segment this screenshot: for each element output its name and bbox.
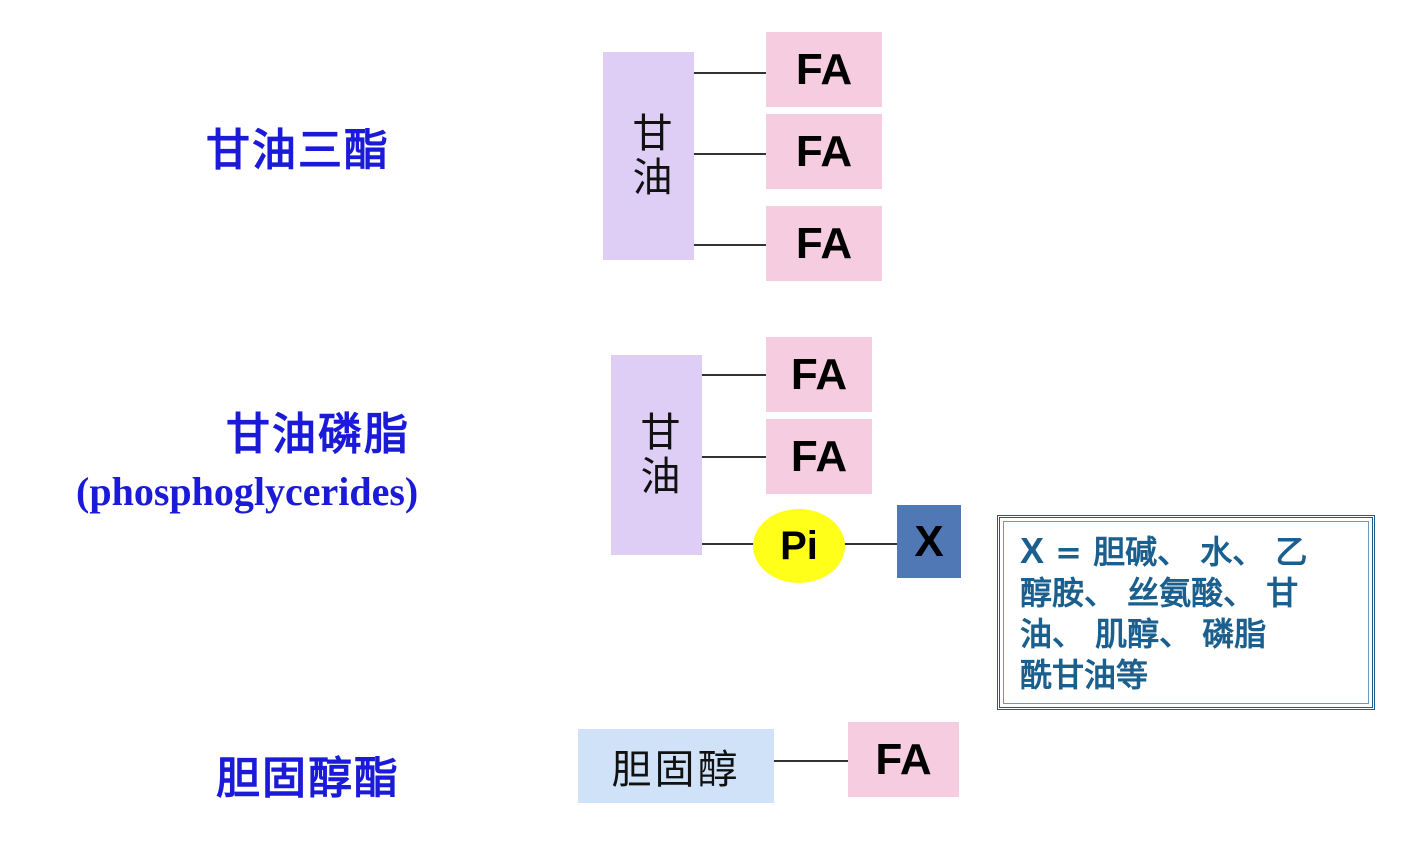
fatty-acid-label: FA xyxy=(790,431,848,481)
fatty-acid-label: FA xyxy=(795,218,853,268)
fatty-acid-box: FA xyxy=(766,206,882,281)
phosphoglyceride-glycerol-box: 甘油 xyxy=(611,355,702,555)
cholesteryl-ester-title: 胆固醇酯 xyxy=(216,753,400,804)
phosphoglyceride-subtitle: (phosphoglycerides) xyxy=(76,469,419,514)
fatty-acid-label: FA xyxy=(875,734,932,784)
cholesterol-label: 胆固醇 xyxy=(611,747,741,793)
fatty-acid-label: FA xyxy=(790,349,848,399)
fatty-acid-box: FA xyxy=(766,114,882,189)
head-group-box: X xyxy=(897,505,961,578)
head-group-label: X xyxy=(914,516,944,566)
fatty-acid-box: FA xyxy=(766,337,872,412)
fatty-acid-label: FA xyxy=(795,126,853,176)
triglyceride-title: 甘油三酯 xyxy=(206,125,390,176)
note-line: 酰甘油等 xyxy=(1020,656,1149,694)
connector-line xyxy=(694,244,766,246)
phosphate-ellipse: Pi xyxy=(753,509,845,583)
connector-line xyxy=(694,72,766,74)
phosphoglyceride-title: 甘油磷脂 xyxy=(226,409,410,460)
triglyceride-glycerol-label: 甘油 xyxy=(625,112,672,200)
fatty-acid-box: FA xyxy=(766,32,882,107)
phosphate-label: Pi xyxy=(780,523,818,568)
fatty-acid-box: FA xyxy=(848,722,959,797)
connector-line xyxy=(702,456,766,458)
connector-line xyxy=(702,374,766,376)
connector-line xyxy=(694,153,766,155)
note-line: 醇胺、 丝氨酸、 甘 xyxy=(1020,574,1299,612)
connector-line xyxy=(774,760,848,762)
note-x-symbol: X xyxy=(1020,530,1045,571)
triglyceride-glycerol-box: 甘油 xyxy=(603,52,694,260)
cholesterol-box: 胆固醇 xyxy=(578,729,774,803)
note-line-text: = 胆碱、 水、 乙 xyxy=(1055,533,1308,571)
fatty-acid-box: FA xyxy=(766,419,872,494)
fatty-acid-label: FA xyxy=(795,44,853,94)
note-line: 油、 肌醇、 磷脂 xyxy=(1020,615,1267,653)
note-line: X = 胆碱、 水、 乙 xyxy=(1020,530,1356,573)
phosphoglyceride-glycerol-label: 甘油 xyxy=(633,411,680,499)
head-group-note: X = 胆碱、 水、 乙 醇胺、 丝氨酸、 甘 油、 肌醇、 磷脂 酰甘油等 xyxy=(997,515,1375,710)
connector-line xyxy=(844,543,898,545)
connector-line xyxy=(702,543,754,545)
